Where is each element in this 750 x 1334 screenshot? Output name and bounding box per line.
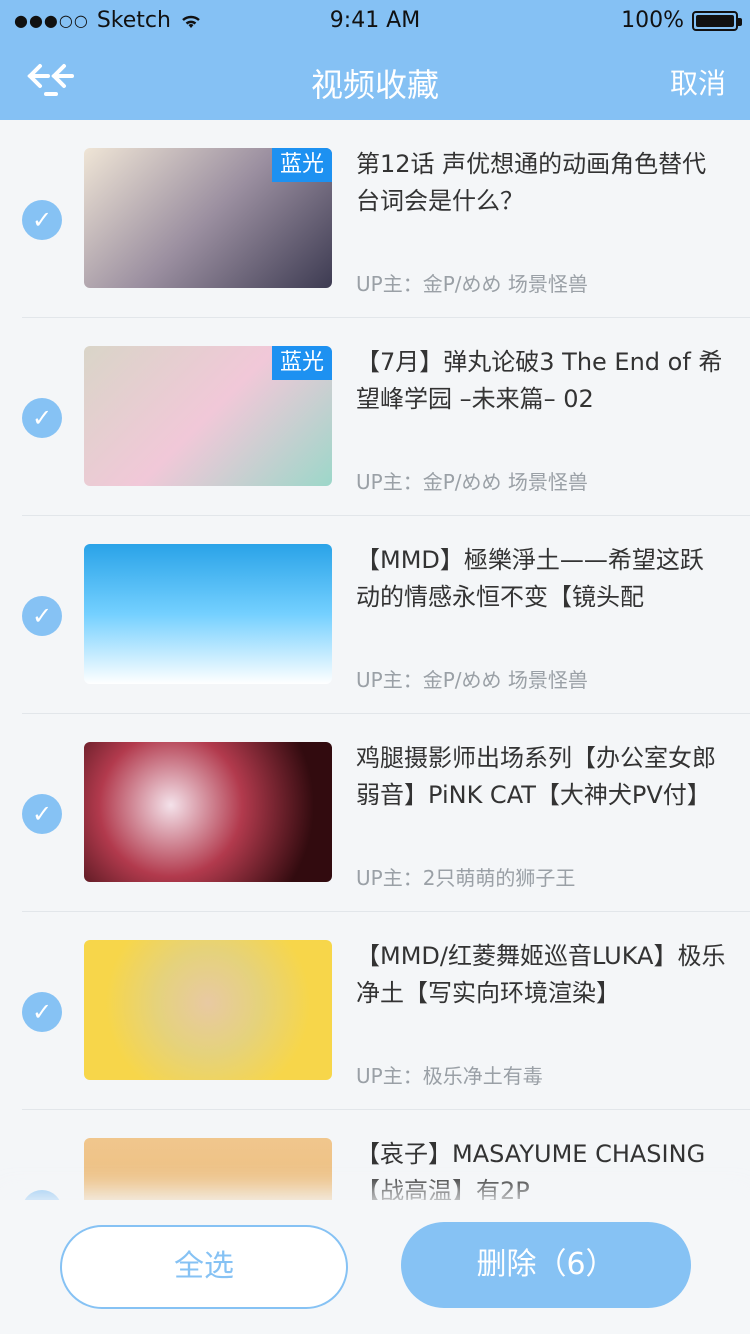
- video-title[interactable]: 【MMD/红菱舞姬巡音LUKA】极乐净土【写实向环境渲染】: [356, 938, 726, 1012]
- checkbox-checked-icon[interactable]: ✓: [22, 1190, 62, 1200]
- uploader-text: UP主：金P/めめ 场景怪兽: [356, 470, 588, 494]
- video-thumbnail[interactable]: [84, 1138, 332, 1200]
- nav-bar: 视频收藏 取消: [0, 40, 750, 120]
- checkbox-checked-icon[interactable]: ✓: [22, 992, 62, 1032]
- list-item[interactable]: ✓ 蓝光 【7月】弹丸论破3 The End of 希望峰学园 –未来篇– 02…: [0, 318, 750, 516]
- page-title: 视频收藏: [310, 66, 439, 104]
- list-item[interactable]: ✓ 【MMD/红菱舞姬巡音LUKA】极乐净土【写实向环境渲染】 UP主：极乐净土…: [0, 912, 750, 1110]
- bluray-badge: 蓝光: [272, 148, 332, 182]
- list-item[interactable]: ✓ 【MMD】極樂淨土——希望这跃动的情感永恒不变【镜头配 UP主：金P/めめ …: [0, 516, 750, 714]
- list-item[interactable]: ✓ 【哀子】MASAYUME CHASING【战高温】有2P: [0, 1110, 750, 1200]
- checkbox-checked-icon[interactable]: ✓: [22, 596, 62, 636]
- checkbox-checked-icon[interactable]: ✓: [22, 794, 62, 834]
- video-thumbnail[interactable]: [84, 544, 332, 684]
- uploader-text: UP主：金P/めめ 场景怪兽: [356, 668, 588, 692]
- list-item[interactable]: ✓ 鸡腿摄影师出场系列【办公室女郎弱音】PiNK CAT【大神犬PV付】 UP主…: [0, 714, 750, 912]
- battery-icon: [692, 10, 742, 31]
- bluray-badge: 蓝光: [272, 346, 332, 380]
- uploader-text: UP主：2只萌萌的狮子王: [356, 866, 576, 890]
- bottom-action-bar: 全选 删除（6）: [0, 1200, 750, 1334]
- video-title[interactable]: 第12话 声优想通的动画角色替代台词会是什么？: [356, 146, 726, 220]
- video-title[interactable]: 【7月】弹丸论破3 The End of 希望峰学园 –未来篇– 02: [356, 344, 726, 418]
- delete-button[interactable]: 删除（6）: [401, 1222, 691, 1308]
- uploader-text: UP主：极乐净土有毒: [356, 1064, 543, 1088]
- video-thumbnail[interactable]: [84, 940, 332, 1080]
- battery-percent: 100%: [621, 8, 684, 33]
- select-all-button[interactable]: 全选: [60, 1225, 348, 1309]
- video-title[interactable]: 鸡腿摄影师出场系列【办公室女郎弱音】PiNK CAT【大神犬PV付】: [356, 740, 726, 814]
- status-bar: ●●●○○ Sketch 9:41 AM 100%: [0, 0, 750, 40]
- video-list: ✓ 蓝光 第12话 声优想通的动画角色替代台词会是什么？ UP主：金P/めめ 场…: [0, 120, 750, 1200]
- checkbox-checked-icon[interactable]: ✓: [22, 398, 62, 438]
- uploader-text: UP主：金P/めめ 场景怪兽: [356, 272, 588, 296]
- video-thumbnail[interactable]: 蓝光: [84, 346, 332, 486]
- cancel-button[interactable]: 取消: [670, 62, 726, 102]
- header: ●●●○○ Sketch 9:41 AM 100% 视频收藏 取消: [0, 0, 750, 120]
- video-title[interactable]: 【MMD】極樂淨土——希望这跃动的情感永恒不变【镜头配: [356, 542, 726, 616]
- checkbox-checked-icon[interactable]: ✓: [22, 200, 62, 240]
- video-thumbnail[interactable]: 蓝光: [84, 148, 332, 288]
- status-right: 100%: [621, 8, 742, 33]
- video-thumbnail[interactable]: [84, 742, 332, 882]
- list-item[interactable]: ✓ 蓝光 第12话 声优想通的动画角色替代台词会是什么？ UP主：金P/めめ 场…: [0, 120, 750, 318]
- video-title[interactable]: 【哀子】MASAYUME CHASING【战高温】有2P: [356, 1136, 726, 1200]
